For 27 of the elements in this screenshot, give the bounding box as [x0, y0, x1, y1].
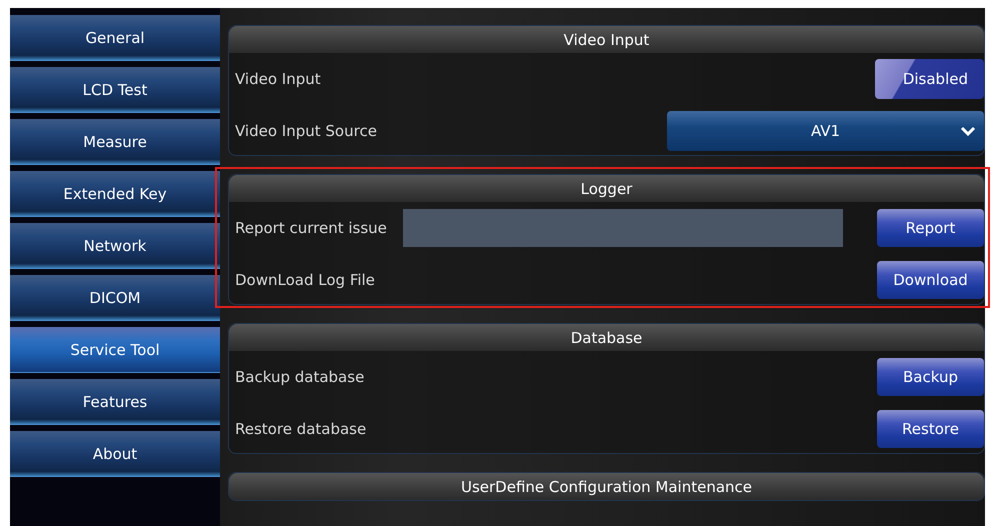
panel-title: UserDefine Configuration Maintenance — [229, 473, 984, 500]
row-label: Video Input — [235, 70, 321, 88]
sidebar-item[interactable]: DICOM — [10, 275, 220, 321]
sidebar-item[interactable]: Service Tool — [10, 327, 220, 373]
chevron-down-icon — [960, 126, 976, 136]
panel-title: Video Input — [229, 26, 984, 53]
panel-title: Logger — [229, 175, 984, 202]
source-dropdown[interactable]: AV1 — [667, 111, 984, 151]
action-button[interactable]: Backup — [877, 358, 984, 396]
row-label: Video Input Source — [235, 122, 377, 140]
toggle-button[interactable]: Disabled — [875, 59, 984, 99]
sidebar-item[interactable]: Network — [10, 223, 220, 269]
row-label: Backup database — [235, 368, 364, 386]
row-label: Report current issue — [235, 219, 387, 237]
sidebar-item[interactable]: LCD Test — [10, 67, 220, 113]
action-button[interactable]: Report — [877, 209, 984, 247]
panel-title: Database — [229, 324, 984, 351]
sidebar-item[interactable]: Extended Key — [10, 171, 220, 217]
sidebar-item[interactable]: General — [10, 15, 220, 61]
action-button[interactable]: Restore — [877, 410, 984, 448]
row-label: Restore database — [235, 420, 366, 438]
row-label: DownLoad Log File — [235, 271, 375, 289]
sidebar-item[interactable]: Measure — [10, 119, 220, 165]
sidebar-item[interactable]: Features — [10, 379, 220, 425]
action-button[interactable]: Download — [877, 261, 984, 299]
sidebar-item[interactable]: About — [10, 431, 220, 477]
issue-field[interactable] — [402, 209, 843, 247]
